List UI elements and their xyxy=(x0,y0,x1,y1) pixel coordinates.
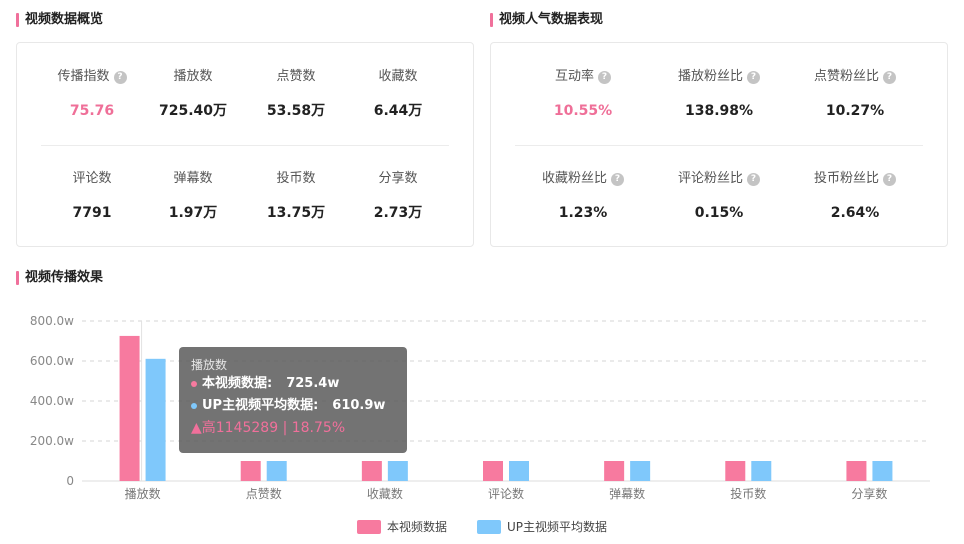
popularity-metric-4-label-row: 评论粉丝比? xyxy=(649,170,789,188)
bar-avg xyxy=(387,461,408,481)
chart-tooltip: 播放数 本视频数据: 725.4w UP主视频平均数据: 610.9w ▲高11… xyxy=(179,347,407,453)
popularity-metric-3-label-row: 收藏粉丝比? xyxy=(513,170,653,188)
popularity-divider xyxy=(515,145,923,146)
overview-divider xyxy=(41,145,449,146)
tooltip-dot-avg xyxy=(191,403,197,409)
popularity-title: 视频人气数据表现 xyxy=(490,12,603,28)
legend-swatch-video xyxy=(357,519,381,534)
help-circle-icon[interactable]: ? xyxy=(883,70,896,84)
bar-avg xyxy=(751,461,772,481)
overview-metric-1-label: 播放数 xyxy=(173,69,213,84)
tooltip-label-avg: UP主视频平均数据: xyxy=(202,398,319,413)
overview-metric-0-label: 传播指数 xyxy=(57,69,110,84)
popularity-metric-0-value: 10.55% xyxy=(553,103,613,119)
x-tick-label: 分享数 xyxy=(851,486,887,501)
legend-label-video: 本视频数据 xyxy=(387,520,448,534)
y-tick-label: 0 xyxy=(66,474,74,488)
help-circle-icon[interactable]: ? xyxy=(747,70,760,84)
popularity-metric-0: 互动率? 10.55% xyxy=(513,68,653,120)
x-tick-label: 投币数 xyxy=(730,486,766,501)
overview-metric-2-label: 点赞数 xyxy=(276,69,316,84)
help-circle-icon[interactable]: ? xyxy=(611,172,624,186)
tooltip-title: 播放数 xyxy=(191,358,228,372)
legend-avg[interactable]: UP主视频平均数据 xyxy=(477,518,607,535)
popularity-metric-5: 投币粉丝比? 2.64% xyxy=(785,170,925,222)
popularity-metric-2-label: 点赞粉丝比 xyxy=(813,69,879,84)
x-tick-label: 点赞数 xyxy=(246,486,282,501)
tooltip-diff: ▲高1145289 | 18.75% xyxy=(191,420,346,436)
x-tick-label: 弹幕数 xyxy=(609,486,645,501)
bar-video xyxy=(240,461,261,481)
x-tick-label: 收藏数 xyxy=(367,486,403,501)
help-circle-icon[interactable]: ? xyxy=(883,172,896,186)
bar-video xyxy=(361,461,382,481)
bar-avg xyxy=(872,461,893,481)
popularity-metric-0-label: 互动率 xyxy=(554,69,594,84)
overview-metric-4-label: 评论数 xyxy=(72,171,112,186)
tooltip-row-avg: UP主视频平均数据: 610.9w xyxy=(191,395,395,417)
tooltip-value-video: 725.4w xyxy=(286,376,340,391)
popularity-metric-2-value: 10.27% xyxy=(825,103,885,119)
legend-video[interactable]: 本视频数据 xyxy=(357,518,447,535)
popularity-metric-3-label: 收藏粉丝比 xyxy=(541,171,607,186)
popularity-metric-3: 收藏粉丝比? 1.23% xyxy=(513,170,653,222)
overview-metric-7-value: 2.73万 xyxy=(373,205,423,221)
tooltip-dot-video xyxy=(191,381,197,387)
tooltip-label-video: 本视频数据: xyxy=(202,376,273,391)
help-circle-icon[interactable]: ? xyxy=(747,172,760,186)
bar-video xyxy=(725,461,746,481)
overview-metric-3: 收藏数 6.44万 xyxy=(328,68,468,120)
popularity-metric-5-label-row: 投币粉丝比? xyxy=(785,170,925,188)
overview-metric-6-label: 投币数 xyxy=(276,171,316,186)
popularity-metric-1-label: 播放粉丝比 xyxy=(677,69,743,84)
overview-title: 视频数据概览 xyxy=(16,12,103,28)
popularity-metric-4-value: 0.15% xyxy=(694,205,744,221)
tooltip-value-avg: 610.9w xyxy=(332,398,386,413)
popularity-metric-1: 播放粉丝比? 138.98% xyxy=(649,68,789,120)
popularity-metric-4: 评论粉丝比? 0.15% xyxy=(649,170,789,222)
popularity-metric-2-label-row: 点赞粉丝比? xyxy=(785,68,925,86)
bar-video xyxy=(846,461,867,481)
bar-video xyxy=(483,461,503,481)
y-tick-label: 800.0w xyxy=(30,314,74,328)
popularity-metric-4-label: 评论粉丝比 xyxy=(677,171,743,186)
overview-metric-7-label: 分享数 xyxy=(378,171,418,186)
overview-metric-5-label: 弹幕数 xyxy=(173,171,213,186)
popularity-metric-2: 点赞粉丝比? 10.27% xyxy=(785,68,925,120)
bar-avg xyxy=(145,358,166,481)
legend-label-avg: UP主视频平均数据 xyxy=(507,520,608,534)
y-tick-label: 400.0w xyxy=(30,394,74,408)
tooltip-row-video: 本视频数据: 725.4w xyxy=(191,373,395,395)
popularity-metric-1-label-row: 播放粉丝比? xyxy=(649,68,789,86)
y-tick-label: 600.0w xyxy=(30,354,74,368)
overview-metric-7: 分享数 2.73万 xyxy=(328,170,468,222)
help-circle-icon[interactable]: ? xyxy=(598,70,611,84)
legend-swatch-avg xyxy=(477,519,501,534)
y-tick-label: 200.0w xyxy=(30,434,74,448)
popularity-metric-5-value: 2.64% xyxy=(830,205,880,221)
bar-avg xyxy=(630,461,651,481)
popularity-metric-0-label-row: 互动率? xyxy=(513,68,653,86)
x-tick-label: 播放数 xyxy=(125,486,161,501)
popularity-metric-5-label: 投币粉丝比 xyxy=(813,171,879,186)
spread-title: 视频传播效果 xyxy=(16,270,103,286)
x-tick-label: 评论数 xyxy=(488,486,524,501)
popularity-metric-3-value: 1.23% xyxy=(558,205,608,221)
overview-metric-3-label: 收藏数 xyxy=(378,69,418,84)
overview-metric-3-value: 6.44万 xyxy=(373,103,423,119)
bar-video xyxy=(119,335,140,481)
overview-metric-7-label-row: 分享数 xyxy=(328,170,468,188)
bar-avg xyxy=(266,461,287,481)
spread-bar-chart: 0200.0w400.0w600.0w800.0w播放数 点赞数 收藏数 评论数 弹幕数… xyxy=(30,314,930,501)
bar-avg xyxy=(509,461,529,481)
popularity-metric-1-value: 138.98% xyxy=(684,103,754,119)
overview-metric-3-label-row: 收藏数 xyxy=(328,68,468,86)
bar-video xyxy=(604,461,625,481)
